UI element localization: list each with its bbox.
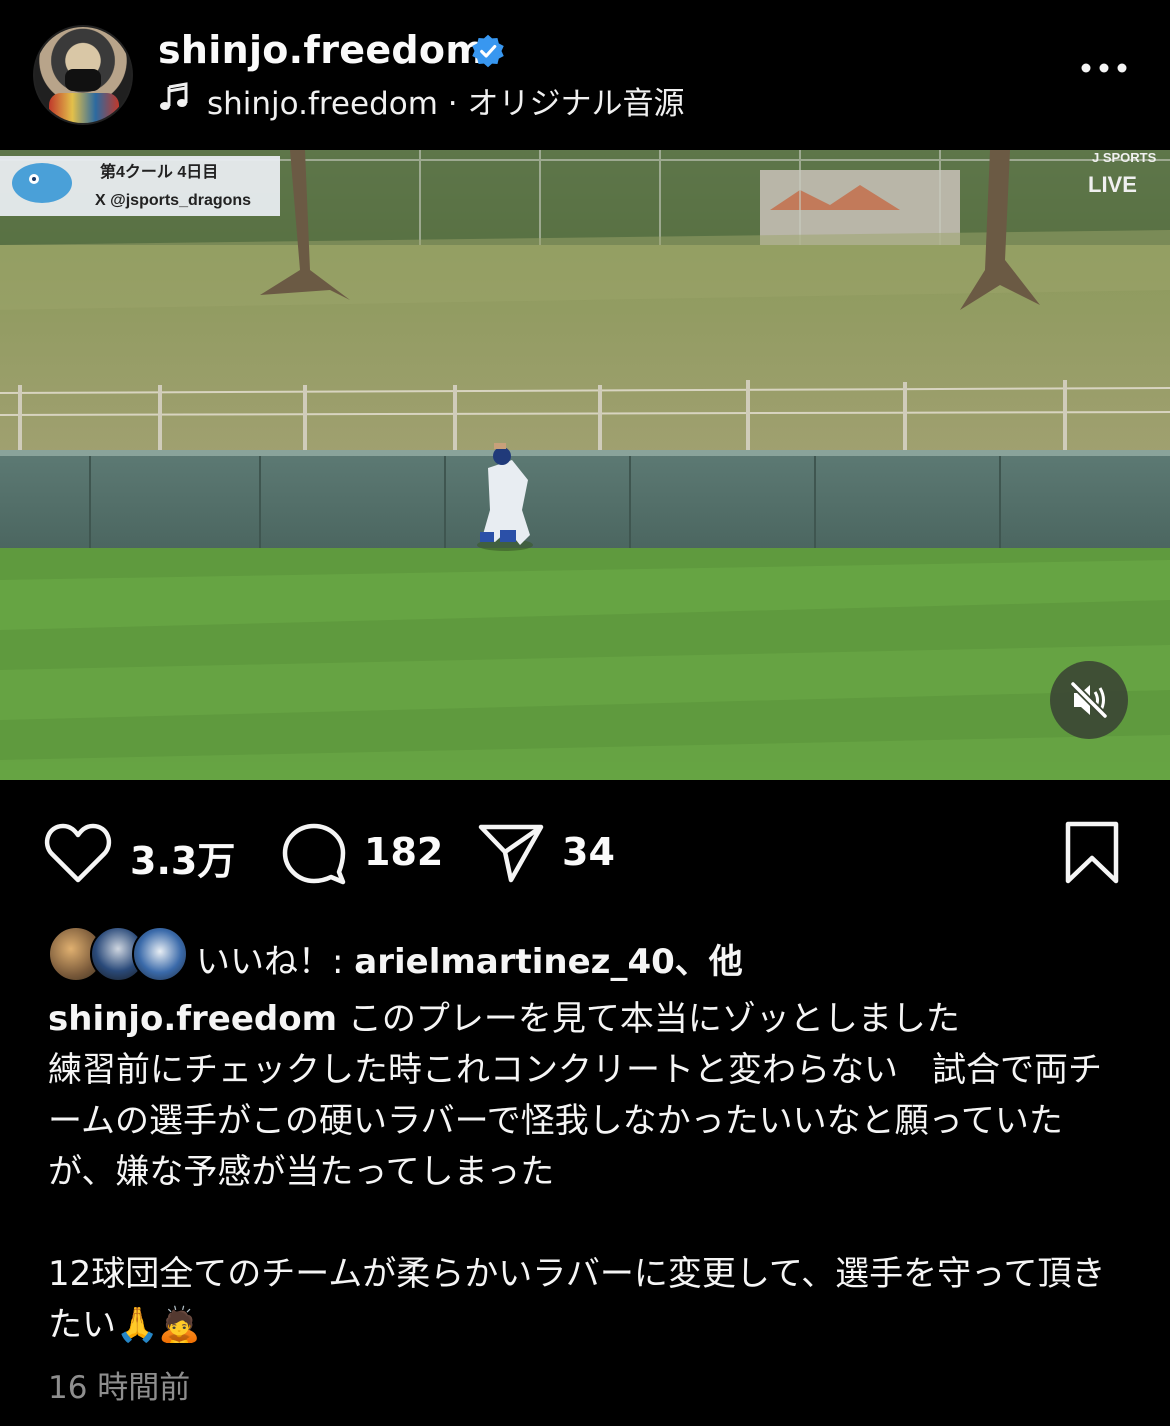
shares-count[interactable]: 34 [562,830,615,874]
caption-body: 練習前にチェックした時これコンクリートと変わらない 試合で両チームの選手がこの硬… [48,1050,1106,1345]
music-note-icon [160,82,188,110]
broadcast-banner: 第4クール 4日目 X @jsports_dragons [0,156,280,216]
post-timestamp: 16 時間前 [48,1370,191,1406]
share-paper-plane-icon[interactable] [477,822,545,884]
audio-link[interactable]: shinjo.freedom · オリジナル音源 [207,78,684,123]
speaker-muted-icon [1070,681,1108,719]
caption-username[interactable]: shinjo.freedom [48,999,337,1039]
more-options-icon[interactable] [1078,55,1130,81]
mute-toggle-button[interactable] [1050,661,1128,739]
video-frame: 第4クール 4日目 X @jsports_dragons J SPORTS LI… [0,150,1170,780]
likes-count[interactable]: 3.3万 [130,830,235,885]
avatar-mask [65,69,101,91]
liked-by-text[interactable]: いいね！: arielmartinez_40、他 [196,934,743,983]
profile-avatar[interactable] [33,25,133,125]
post-caption: shinjo.freedom このプレーを見て本当にゾッとしました 練習前にチェ… [48,994,1128,1351]
banner-line1: 第4クール 4日目 [100,162,218,181]
post-username[interactable]: shinjo.freedom [158,28,485,72]
comments-count[interactable]: 182 [364,830,443,874]
like-heart-icon[interactable] [44,822,112,884]
bookmark-icon[interactable] [1062,820,1122,886]
verified-badge-icon [472,34,504,68]
channel-logo: J SPORTS [1092,150,1157,165]
caption-first-line: このプレーを見て本当にゾッとしました [337,999,960,1039]
liked-by-user[interactable]: arielmartinez_40、他 [354,942,743,982]
liked-by-prefix: いいね！: [196,942,355,982]
live-label: LIVE [1088,172,1137,197]
avatar-scarf [49,93,119,123]
liked-by-avatars[interactable] [48,926,188,982]
video-player[interactable]: 第4クール 4日目 X @jsports_dragons J SPORTS LI… [0,150,1170,780]
comment-bubble-icon[interactable] [281,822,347,886]
banner-line2: X @jsports_dragons [95,192,251,209]
liker-avatar [132,926,188,982]
